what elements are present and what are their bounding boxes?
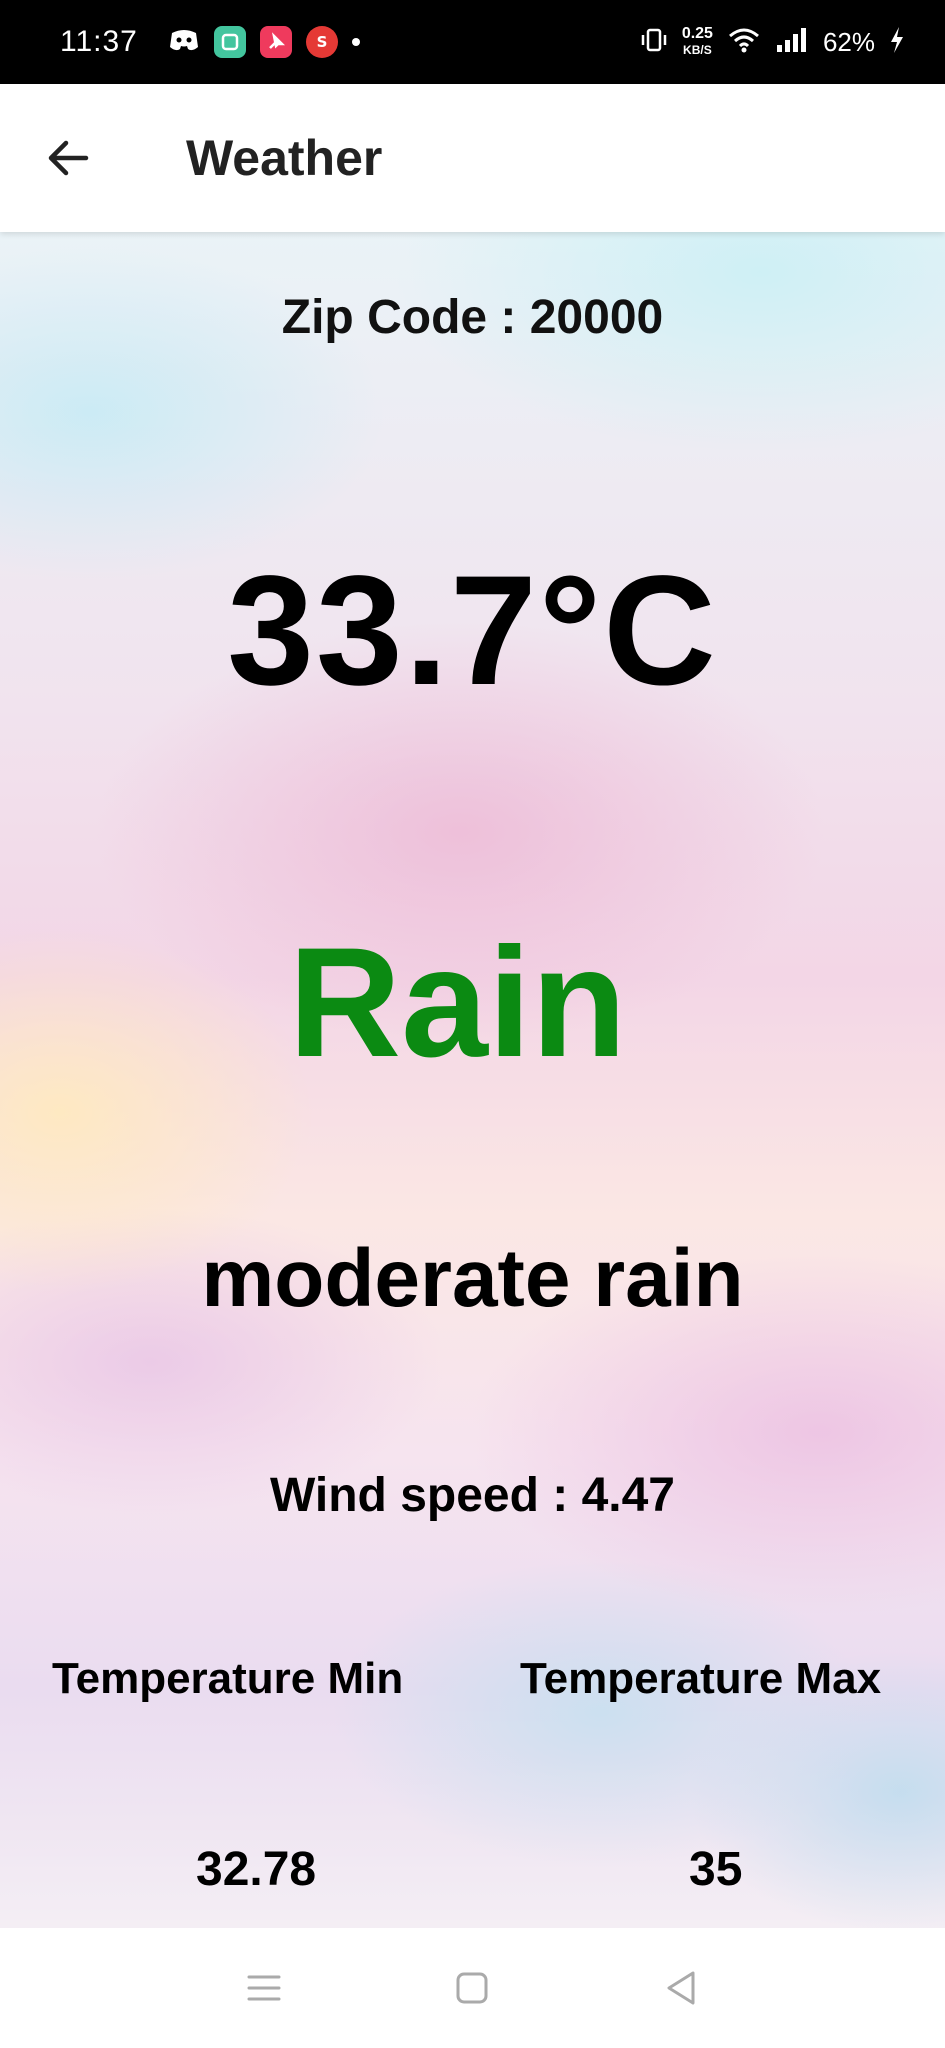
- arrow-left-icon: [48, 140, 89, 176]
- status-right: 0.25 KB/S 62%: [640, 26, 905, 59]
- battery-level: 62%: [822, 26, 875, 57]
- app-icon-green: [213, 26, 246, 58]
- menu-lines-icon: [247, 1975, 281, 2001]
- discord-icon: [168, 27, 200, 58]
- wifi-icon: [727, 26, 761, 59]
- vibrate-icon: [640, 26, 668, 59]
- square-icon: [456, 1972, 488, 2004]
- system-nav-bar: [0, 1928, 945, 2048]
- app-icon-s: S: [305, 26, 338, 58]
- net-speed: 0.25 KB/S: [682, 26, 713, 58]
- temp-max-label: Temperature Max: [520, 1654, 882, 1703]
- net-speed-value: 0.25: [681, 25, 713, 42]
- zip-code-text: Zip Code : 20000: [281, 291, 664, 344]
- recents-button[interactable]: [229, 1953, 299, 2023]
- temp-min-label: Temperature Min: [52, 1654, 404, 1703]
- app-bar: Weather: [0, 84, 945, 232]
- page-title: Weather: [186, 130, 383, 186]
- screen: 11:37 S 0.25 KB/S 62% Weather Zip Code:…: [0, 0, 945, 2048]
- app-icon-red: [259, 26, 292, 58]
- more-notifications-dot: [351, 38, 360, 46]
- temp-min-value: 32.78: [196, 1843, 317, 1896]
- status-bar: 11:37 S 0.25 KB/S 62%: [0, 0, 945, 84]
- temp-max-value: 35: [689, 1843, 743, 1896]
- triangle-left-icon: [667, 1971, 695, 2005]
- charging-icon: [889, 26, 905, 59]
- status-left: 11:37 S: [60, 25, 360, 59]
- weather-content: Zip Code : 20000 33.7°C Rain moderate ra…: [0, 232, 945, 1928]
- back-button[interactable]: [28, 118, 108, 198]
- status-time: 11:37: [60, 25, 138, 58]
- svg-text:S: S: [316, 33, 327, 51]
- nav-back-button[interactable]: [646, 1953, 716, 2023]
- wind-speed-text: Wind speed : 4.47: [270, 1469, 675, 1522]
- home-button[interactable]: [437, 1953, 507, 2023]
- weather-description: moderate rain: [201, 1233, 744, 1324]
- signal-icon: [775, 27, 809, 58]
- weather-condition: Rain: [288, 916, 627, 1090]
- temperature-value: 33.7°C: [227, 544, 718, 718]
- net-speed-unit: KB/S: [683, 43, 712, 57]
